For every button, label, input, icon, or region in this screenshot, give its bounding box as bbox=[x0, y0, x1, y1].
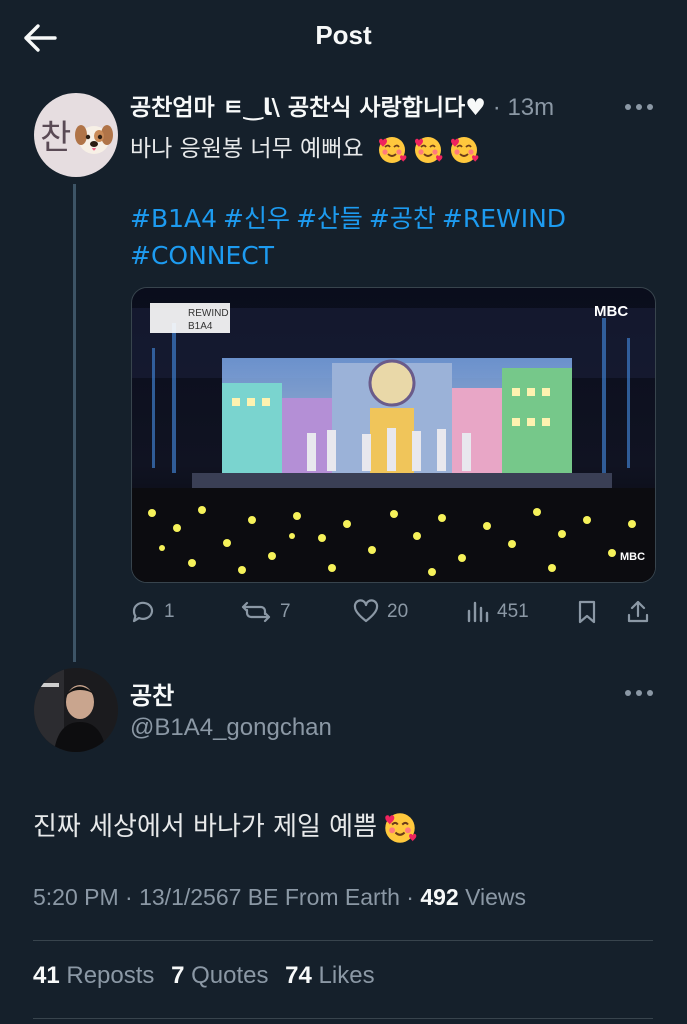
views-button[interactable]: 451 bbox=[465, 594, 529, 630]
smiling-face-with-hearts-icon bbox=[384, 811, 418, 844]
repost-icon bbox=[241, 601, 271, 623]
engagement-stats: 41 Reposts 7 Quotes 74 Likes bbox=[33, 962, 385, 990]
concert-stage-image: REWIND B1A4 MBC MBC bbox=[132, 288, 655, 582]
reposts-stat[interactable]: 41 Reposts bbox=[33, 962, 154, 989]
bookmark-button[interactable] bbox=[576, 594, 598, 630]
media-badge-bottom: B1A4 bbox=[188, 321, 213, 332]
reply-button[interactable]: 1 bbox=[130, 594, 175, 630]
smiling-face-with-hearts-icon bbox=[413, 135, 443, 164]
post-metadata: 5:20 PM · 13/1/2567 BE From Earth · 492 … bbox=[33, 884, 526, 911]
media-image[interactable]: REWIND B1A4 MBC MBC bbox=[131, 287, 656, 583]
share-icon bbox=[627, 600, 649, 623]
bookmark-icon bbox=[578, 600, 596, 624]
tweet-text: 진짜 세상에서 바나가 제일 예쁨 bbox=[33, 806, 418, 845]
avatar[interactable]: 찬 bbox=[34, 93, 118, 177]
profile-photo bbox=[34, 668, 118, 752]
author-row: 공찬엄마 ㅌ‿ﺎ\ 공찬식 사랑합니다♥ · 13m bbox=[130, 88, 650, 128]
thread-connector-line bbox=[73, 184, 76, 662]
hashtag-link[interactable]: #신우 bbox=[223, 204, 290, 233]
repost-count: 7 bbox=[280, 601, 291, 622]
repost-button[interactable]: 7 bbox=[240, 594, 291, 630]
like-button[interactable]: 20 bbox=[353, 594, 408, 630]
heart-icon: ♥ bbox=[465, 95, 486, 121]
views-count: 451 bbox=[497, 601, 529, 622]
user-handle[interactable]: @B1A4_gongchan bbox=[130, 714, 332, 742]
tweet-text-content: 바나 응원봉 너무 예뻐요 bbox=[130, 136, 364, 162]
smiling-face-with-hearts-icon bbox=[449, 135, 479, 164]
hashtag-link[interactable]: #CONNECT bbox=[130, 241, 274, 270]
likes-label: Likes bbox=[311, 962, 375, 989]
views-icon bbox=[467, 601, 489, 623]
display-name[interactable]: 공찬엄마 ㅌ‿ﺎ\ 공찬식 사랑합니다 bbox=[130, 95, 465, 121]
quotes-stat[interactable]: 7 Quotes bbox=[171, 962, 268, 989]
reposts-total: 41 bbox=[33, 962, 60, 989]
views-total: 492 bbox=[420, 884, 459, 910]
likes-stat[interactable]: 74 Likes bbox=[285, 962, 374, 989]
likes-total: 74 bbox=[285, 962, 312, 989]
action-bar: 1 7 20 451 bbox=[130, 594, 660, 630]
more-icon[interactable] bbox=[625, 682, 657, 704]
media-badge-top: REWIND bbox=[188, 308, 229, 319]
views-label: Views bbox=[458, 884, 527, 910]
reply-count: 1 bbox=[164, 601, 175, 622]
hashtag-link[interactable]: #B1A4 bbox=[130, 204, 217, 233]
hashtag-link[interactable]: #REWIND bbox=[442, 204, 566, 233]
broadcaster-logo: MBC bbox=[594, 303, 628, 320]
corner-logo: MBC bbox=[620, 551, 645, 563]
tweet-text-content: 진짜 세상에서 바나가 제일 예쁨 bbox=[33, 812, 378, 842]
smiling-face-with-hearts-icon bbox=[377, 135, 407, 164]
more-icon[interactable] bbox=[625, 96, 657, 118]
like-count: 20 bbox=[387, 601, 409, 622]
hashtag-list: #B1A4 #신우 #산들 #공찬 #REWIND #CONNECT bbox=[130, 200, 590, 274]
like-icon bbox=[353, 599, 379, 623]
timestamp[interactable]: 5:20 PM · 13/1/2567 BE From Earth · bbox=[33, 884, 420, 910]
share-button[interactable] bbox=[625, 594, 651, 630]
top-bar: Post bbox=[0, 0, 687, 76]
page-title: Post bbox=[315, 20, 372, 50]
post-time[interactable]: · 13m bbox=[493, 94, 554, 121]
avatar[interactable] bbox=[34, 668, 118, 752]
quotes-total: 7 bbox=[171, 962, 185, 989]
dog-face-icon bbox=[75, 125, 113, 154]
divider bbox=[33, 940, 653, 941]
hashtag-link[interactable]: #공찬 bbox=[369, 204, 436, 233]
hashtag-link[interactable]: #산들 bbox=[296, 204, 363, 233]
tweet-text: 바나 응원봉 너무 예뻐요 bbox=[130, 129, 479, 165]
display-name[interactable]: 공찬 bbox=[130, 676, 174, 711]
divider bbox=[33, 1018, 653, 1019]
avatar-chan-glyph: 찬 bbox=[40, 118, 72, 158]
reposts-label: Reposts bbox=[59, 962, 155, 989]
reply-icon bbox=[132, 601, 154, 623]
quotes-label: Quotes bbox=[184, 962, 269, 989]
